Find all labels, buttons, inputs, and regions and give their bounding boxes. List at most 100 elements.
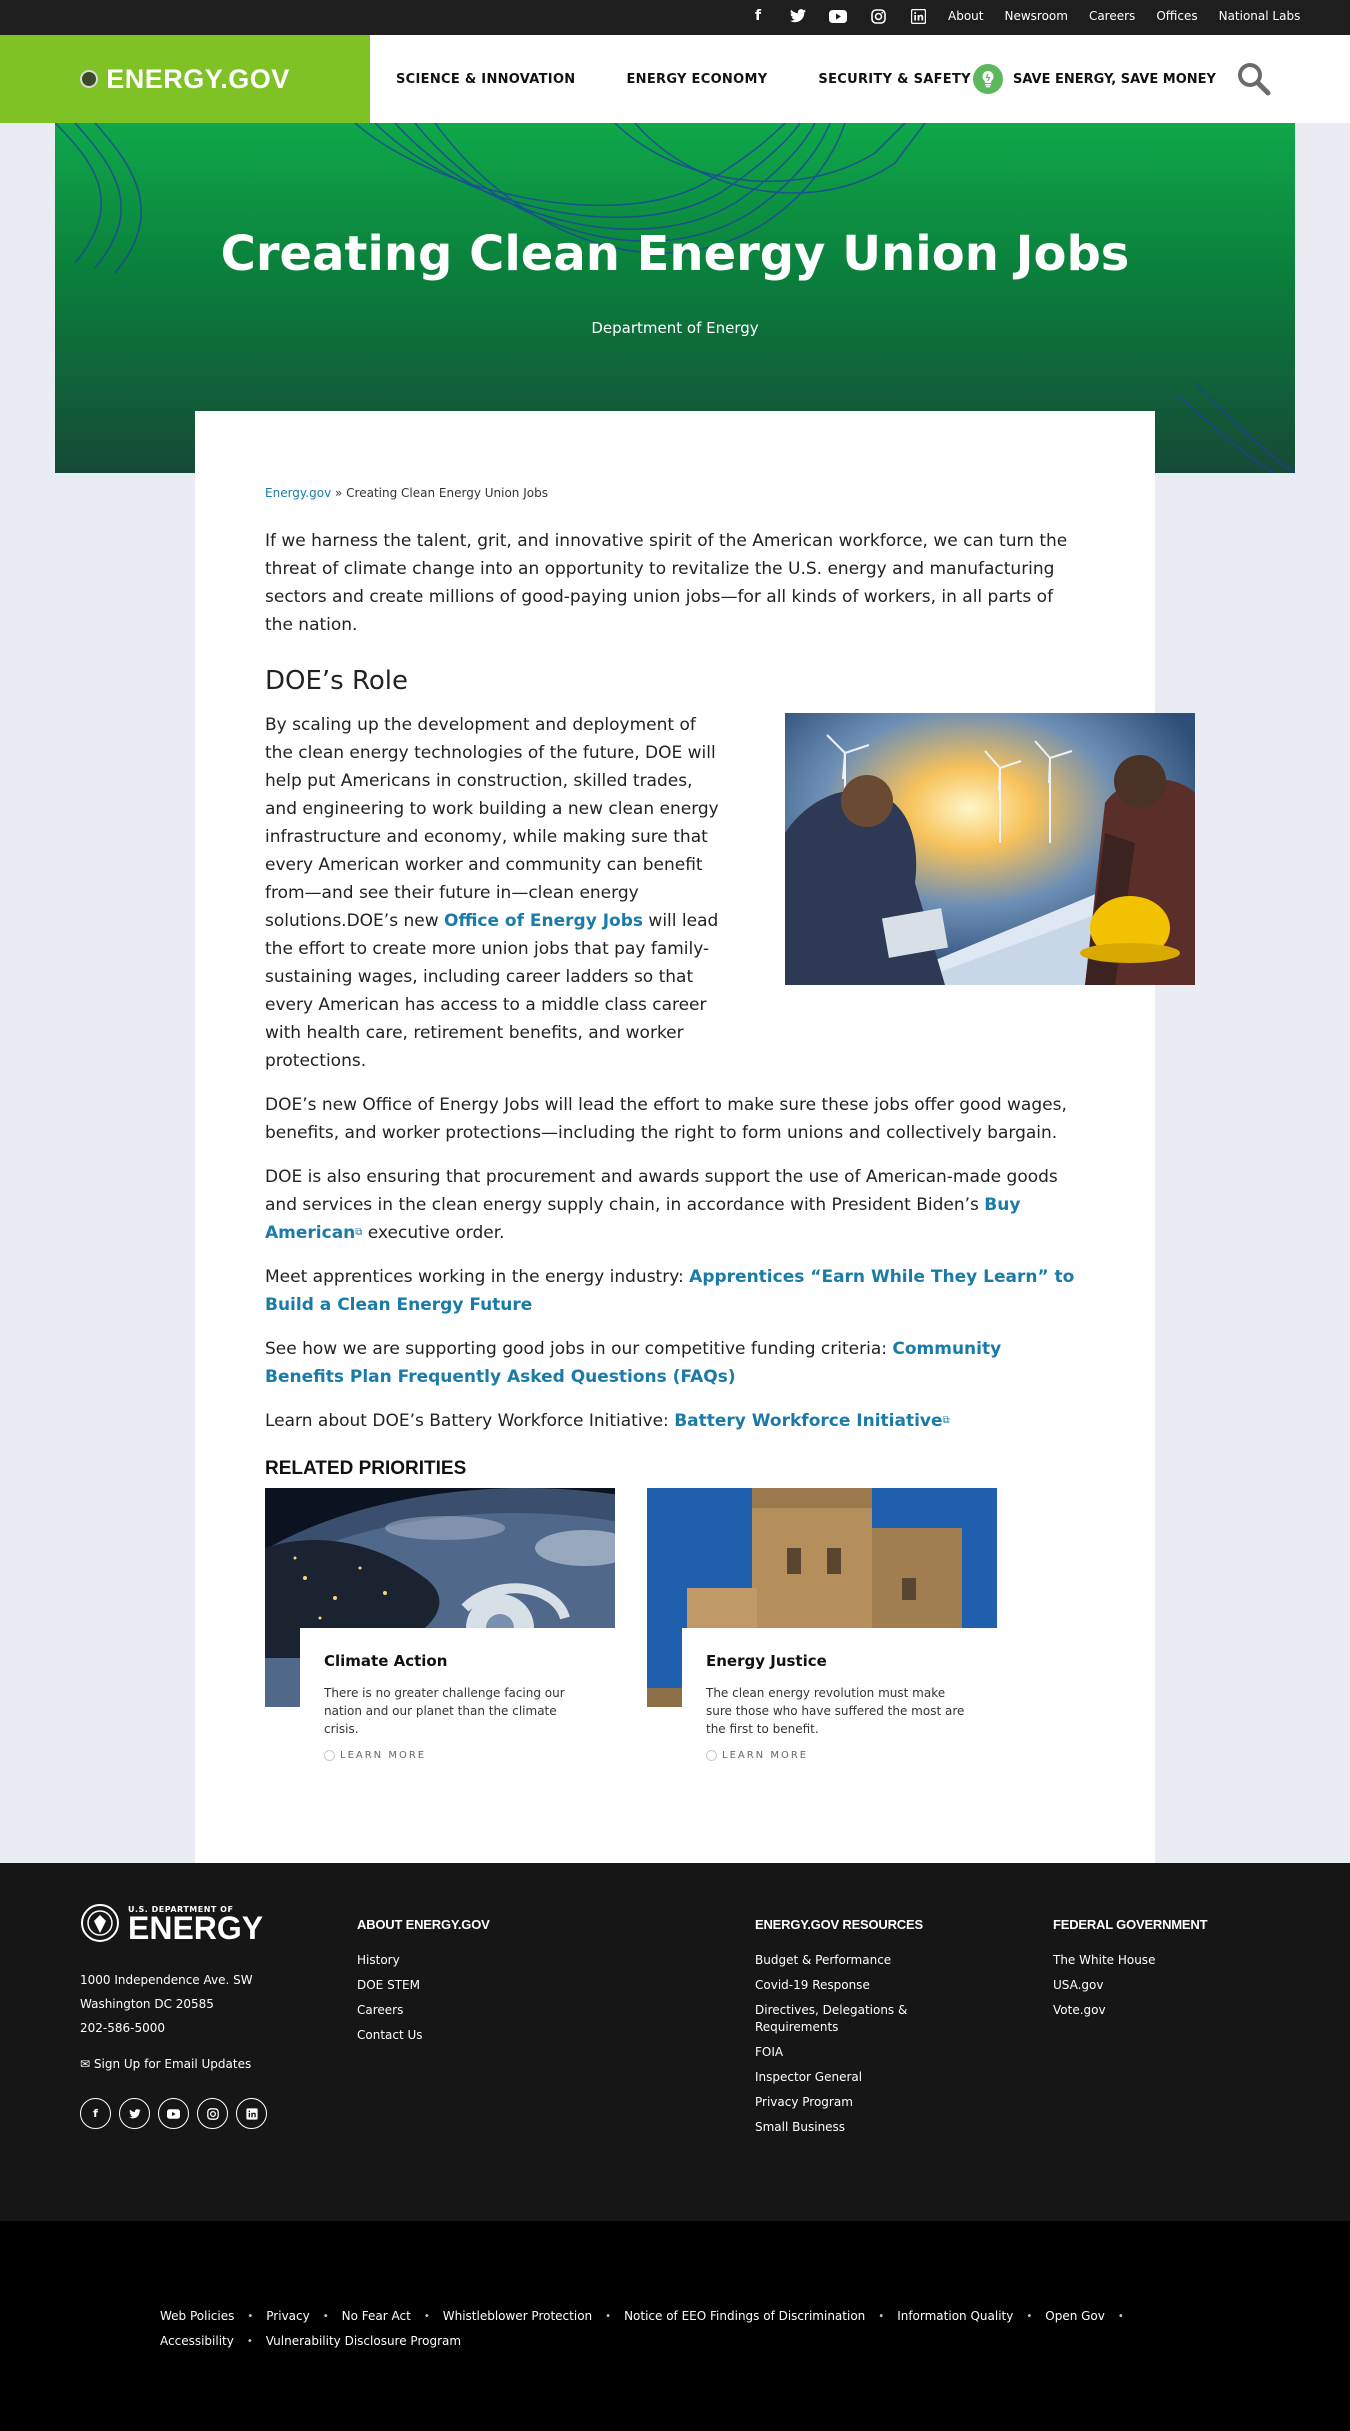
site-footer: U.S. DEPARTMENT OF ENERGY 1000 Independe… bbox=[0, 1863, 1350, 2221]
page-title: Creating Clean Energy Union Jobs bbox=[220, 226, 1130, 282]
doe-seal-icon bbox=[80, 70, 99, 88]
footer-link-white-house[interactable]: The White House bbox=[1053, 1952, 1207, 1969]
linkedin-icon[interactable] bbox=[908, 6, 928, 26]
utility-link-careers[interactable]: Careers bbox=[1089, 9, 1135, 23]
doe-seal-icon bbox=[81, 1904, 119, 1942]
lightbulb-icon bbox=[973, 64, 1003, 94]
office-of-energy-jobs-link[interactable]: Office of Energy Jobs bbox=[444, 911, 643, 931]
footer-link-foia[interactable]: FOIA bbox=[755, 2044, 955, 2061]
legal-links-row-1: Web Policies • Privacy • No Fear Act • Whis… bbox=[160, 2309, 1137, 2323]
separator-dot: • bbox=[605, 2310, 612, 2322]
utility-bar: f About Newsroom Careers Offices Nationa… bbox=[0, 0, 1350, 35]
page-subtitle: Department of Energy bbox=[591, 319, 759, 337]
circle-arrow-icon bbox=[324, 1750, 335, 1761]
footer-link-inspector-general[interactable]: Inspector General bbox=[755, 2069, 955, 2086]
brand-logo[interactable]: ENERGY.GOV bbox=[0, 35, 370, 123]
legal-link-vulnerability-disclosure[interactable]: Vulnerability Disclosure Program bbox=[266, 2334, 461, 2348]
legal-bar: Web Policies • Privacy • No Fear Act • Whis… bbox=[0, 2221, 1350, 2431]
paragraph-procurement: DOE is also ensuring that procurement an… bbox=[265, 1163, 1085, 1247]
footer-address: 1000 Independence Ave. SW Washington DC … bbox=[80, 1968, 253, 2040]
footer-col-resources: ENERGY.GOV RESOURCES Budget & Performanc… bbox=[755, 1917, 955, 2144]
footer-col-title: FEDERAL GOVERNMENT bbox=[1053, 1917, 1208, 1932]
facebook-icon[interactable]: f bbox=[80, 2098, 111, 2129]
main-nav: SCIENCE & INNOVATION ENERGY ECONOMY SECU… bbox=[396, 35, 1022, 123]
energy-justice-card: Energy Justice The clean energy revoluti… bbox=[682, 1628, 997, 1788]
footer-col-title: ABOUT ENERGY.GOV bbox=[357, 1917, 490, 1932]
instagram-icon[interactable] bbox=[868, 6, 888, 26]
legal-link-no-fear-act[interactable]: No Fear Act bbox=[342, 2309, 411, 2323]
legal-link-eeo-findings[interactable]: Notice of EEO Findings of Discrimination bbox=[624, 2309, 865, 2323]
funding-text: See how we are supporting good jobs in o… bbox=[265, 1339, 893, 1359]
utility-social: f bbox=[748, 6, 928, 26]
tile-description: There is no greater challenge facing our… bbox=[324, 1686, 565, 1736]
youtube-icon[interactable] bbox=[828, 6, 848, 26]
footer-logo[interactable]: U.S. DEPARTMENT OF ENERGY bbox=[80, 1903, 263, 1944]
tile-title: Climate Action bbox=[324, 1652, 448, 1670]
youtube-icon[interactable] bbox=[158, 2098, 189, 2129]
battery-workforce-link[interactable]: Battery Workforce Initiative bbox=[674, 1411, 942, 1431]
legal-link-privacy[interactable]: Privacy bbox=[266, 2309, 309, 2323]
utility-link-offices[interactable]: Offices bbox=[1156, 9, 1197, 23]
learn-more-label: LEARN MORE bbox=[722, 1750, 809, 1761]
facebook-icon[interactable]: f bbox=[748, 6, 768, 26]
footer-link-covid[interactable]: Covid-19 Response bbox=[755, 1977, 955, 1994]
search-icon[interactable] bbox=[1236, 61, 1272, 97]
legal-link-accessibility[interactable]: Accessibility bbox=[160, 2334, 234, 2348]
utility-link-about[interactable]: About bbox=[948, 9, 983, 23]
nav-energy-economy[interactable]: ENERGY ECONOMY bbox=[626, 72, 767, 87]
footer-link-directives[interactable]: Directives, Delegations & Requirements bbox=[755, 2002, 955, 2036]
legal-links-row-2: Accessibility • Vulnerability Disclosure … bbox=[160, 2334, 461, 2348]
footer-link-careers[interactable]: Careers bbox=[357, 2002, 490, 2019]
legal-link-information-quality[interactable]: Information Quality bbox=[897, 2309, 1013, 2323]
linkedin-icon[interactable] bbox=[236, 2098, 267, 2129]
footer-link-history[interactable]: History bbox=[357, 1952, 490, 1969]
breadcrumb-home[interactable]: Energy.gov bbox=[265, 486, 331, 500]
phone-number: 202-586-5000 bbox=[80, 2021, 166, 2035]
twitter-icon[interactable] bbox=[788, 6, 808, 26]
breadcrumb: Energy.gov » Creating Clean Energy Union… bbox=[265, 486, 1085, 500]
instagram-icon[interactable] bbox=[197, 2098, 228, 2129]
save-energy-label: SAVE ENERGY, SAVE MONEY bbox=[1013, 71, 1216, 87]
footer-link-usa-gov[interactable]: USA.gov bbox=[1053, 1977, 1207, 1994]
utility-links: About Newsroom Careers Offices National … bbox=[948, 9, 1300, 23]
footer-link-budget[interactable]: Budget & Performance bbox=[755, 1952, 955, 1969]
twitter-icon[interactable] bbox=[119, 2098, 150, 2129]
related-tile-climate-action[interactable]: Climate Action There is no greater chall… bbox=[265, 1488, 615, 1788]
legal-link-open-gov[interactable]: Open Gov bbox=[1045, 2309, 1105, 2323]
separator-dot: • bbox=[322, 2310, 329, 2322]
section-heading-role: DOE’s Role bbox=[265, 666, 409, 696]
separator-dot: • bbox=[246, 2335, 253, 2347]
footer-link-small-business[interactable]: Small Business bbox=[755, 2119, 955, 2136]
nav-security-safety[interactable]: SECURITY & SAFETY bbox=[818, 72, 970, 87]
footer-link-privacy-program[interactable]: Privacy Program bbox=[755, 2094, 955, 2111]
footer-col-title: ENERGY.GOV RESOURCES bbox=[755, 1917, 923, 1932]
footer-link-doe-stem[interactable]: DOE STEM bbox=[357, 1977, 490, 1994]
learn-more-label: LEARN MORE bbox=[340, 1750, 427, 1761]
utility-link-national-labs[interactable]: National Labs bbox=[1219, 9, 1301, 23]
legal-link-web-policies[interactable]: Web Policies bbox=[160, 2309, 234, 2323]
legal-link-whistleblower[interactable]: Whistleblower Protection bbox=[443, 2309, 592, 2323]
battery-text: Learn about DOE’s Battery Workforce Init… bbox=[265, 1411, 675, 1431]
learn-more-link[interactable]: LEARN MORE bbox=[706, 1750, 973, 1761]
circle-arrow-icon bbox=[706, 1750, 717, 1761]
footer-link-vote-gov[interactable]: Vote.gov bbox=[1053, 2002, 1207, 2019]
breadcrumb-current: Creating Clean Energy Union Jobs bbox=[346, 486, 548, 500]
procurement-text-b: executive order. bbox=[362, 1223, 505, 1243]
paragraph-apprentices: Meet apprentices working in the energy i… bbox=[265, 1263, 1085, 1319]
footer-logo-text: U.S. DEPARTMENT OF ENERGY bbox=[128, 1905, 263, 1944]
separator-dot: • bbox=[878, 2310, 885, 2322]
workers-solar-panels-image bbox=[785, 713, 1195, 985]
footer-social: f bbox=[80, 2098, 267, 2129]
site-header: ENERGY.GOV SCIENCE & INNOVATION ENERGY E… bbox=[0, 35, 1350, 123]
email-signup-link[interactable]: ✉ Sign Up for Email Updates bbox=[80, 2057, 251, 2071]
address-line-2: Washington DC 20585 bbox=[80, 1997, 214, 2011]
nav-science-innovation[interactable]: SCIENCE & INNOVATION bbox=[396, 72, 575, 87]
footer-link-contact-us[interactable]: Contact Us bbox=[357, 2027, 490, 2044]
utility-link-newsroom[interactable]: Newsroom bbox=[1004, 9, 1067, 23]
breadcrumb-separator: » bbox=[331, 486, 347, 500]
learn-more-link[interactable]: LEARN MORE bbox=[324, 1750, 591, 1761]
save-energy-link[interactable]: SAVE ENERGY, SAVE MONEY bbox=[973, 64, 1216, 94]
procurement-text-a: DOE is also ensuring that procurement an… bbox=[265, 1167, 1058, 1215]
related-tile-energy-justice[interactable]: Energy Justice The clean energy revoluti… bbox=[647, 1488, 997, 1788]
apprentices-text: Meet apprentices working in the energy i… bbox=[265, 1267, 690, 1287]
